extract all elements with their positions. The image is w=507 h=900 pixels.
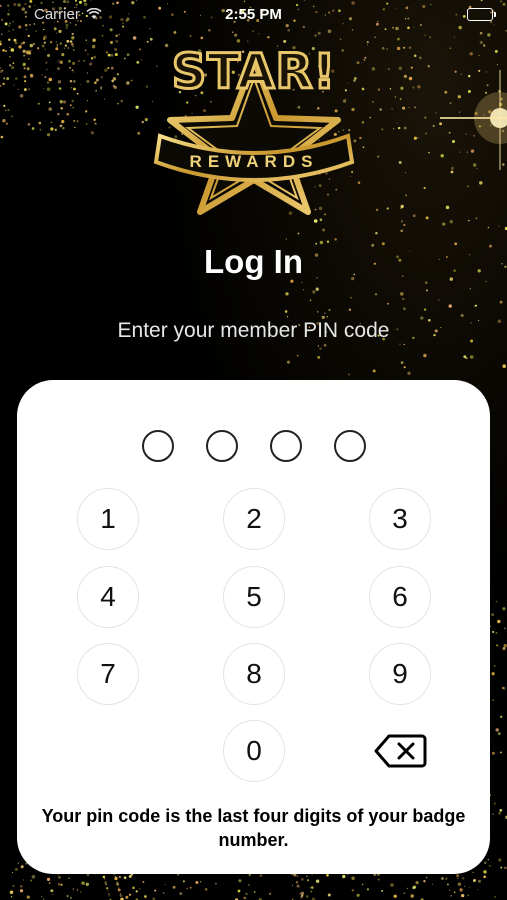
key-7[interactable]: 7 [77,643,139,705]
key-9[interactable]: 9 [369,643,431,705]
page-title: Log In [204,243,303,280]
battery-icon [467,8,496,21]
star-rewards-logo: STAR! REWARDS [148,40,360,215]
logo-rewards-text: REWARDS [189,152,319,171]
key-8[interactable]: 8 [223,643,285,705]
pin-dot [333,430,366,462]
pin-dot [205,430,238,462]
key-5[interactable]: 5 [223,566,285,628]
pin-dot [141,430,174,462]
key-1[interactable]: 1 [77,488,139,550]
key-0[interactable]: 0 [223,720,285,782]
pin-dot [269,430,302,462]
status-bar: Carrier 2:55 PM [0,0,507,30]
clock: 2:55 PM [225,6,282,23]
pin-hint-text: Your pin code is the last four digits of… [41,806,466,850]
key-6[interactable]: 6 [369,566,431,628]
key-3[interactable]: 3 [369,488,431,550]
logo-brand-text: STAR! [170,43,337,102]
backspace-icon [374,734,427,768]
key-4[interactable]: 4 [77,566,139,628]
instruction-text: Enter your member PIN code [117,319,390,342]
key-2[interactable]: 2 [223,488,285,550]
pin-indicator [17,430,490,464]
pin-pad-card: 1 2 3 4 5 6 7 8 9 0 Your pin code is the… [17,380,490,874]
backspace-button[interactable] [369,720,431,782]
